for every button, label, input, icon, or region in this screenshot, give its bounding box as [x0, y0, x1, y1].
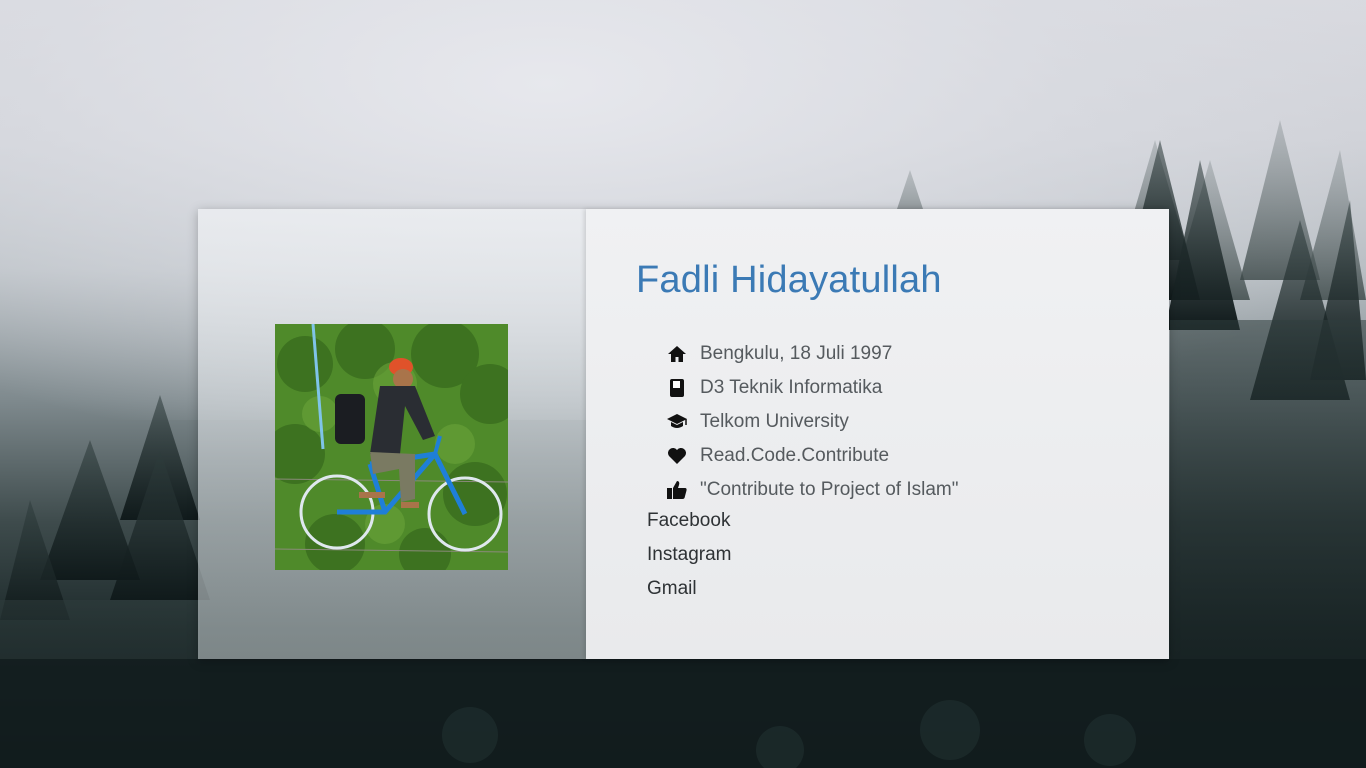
info-item-motto: Read.Code.Contribute — [666, 439, 959, 473]
info-text: D3 Teknik Informatika — [700, 377, 883, 398]
info-text: Bengkulu, 18 Juli 1997 — [700, 343, 893, 364]
cyclist-photo-image — [275, 324, 508, 570]
profile-photo — [275, 324, 508, 570]
info-item-major: D3 Teknik Informatika — [666, 371, 959, 405]
thumbs-up-icon — [666, 479, 688, 501]
info-item-quote: "Contribute to Project of Islam" — [666, 473, 959, 507]
heart-icon — [666, 445, 688, 467]
profile-card: Fadli Hidayatullah Bengkulu, 18 Juli 199… — [198, 209, 1169, 659]
info-item-university: Telkom University — [666, 405, 959, 439]
graduation-cap-icon — [666, 411, 688, 433]
photo-panel — [198, 209, 586, 659]
info-text: Telkom University — [700, 411, 849, 432]
info-item-birth: Bengkulu, 18 Juli 1997 — [666, 337, 959, 371]
info-text: "Contribute to Project of Islam" — [700, 479, 959, 500]
gmail-link[interactable]: Gmail — [647, 572, 731, 606]
info-list: Bengkulu, 18 Juli 1997 D3 Teknik Informa… — [666, 337, 959, 507]
facebook-link[interactable]: Facebook — [647, 504, 731, 538]
instagram-link[interactable]: Instagram — [647, 538, 731, 572]
profile-name: Fadli Hidayatullah — [636, 259, 942, 301]
info-text: Read.Code.Contribute — [700, 445, 890, 466]
book-icon — [666, 377, 688, 399]
home-icon — [666, 343, 688, 365]
info-panel: Fadli Hidayatullah Bengkulu, 18 Juli 199… — [586, 209, 1169, 659]
social-links: Facebook Instagram Gmail — [647, 504, 731, 606]
